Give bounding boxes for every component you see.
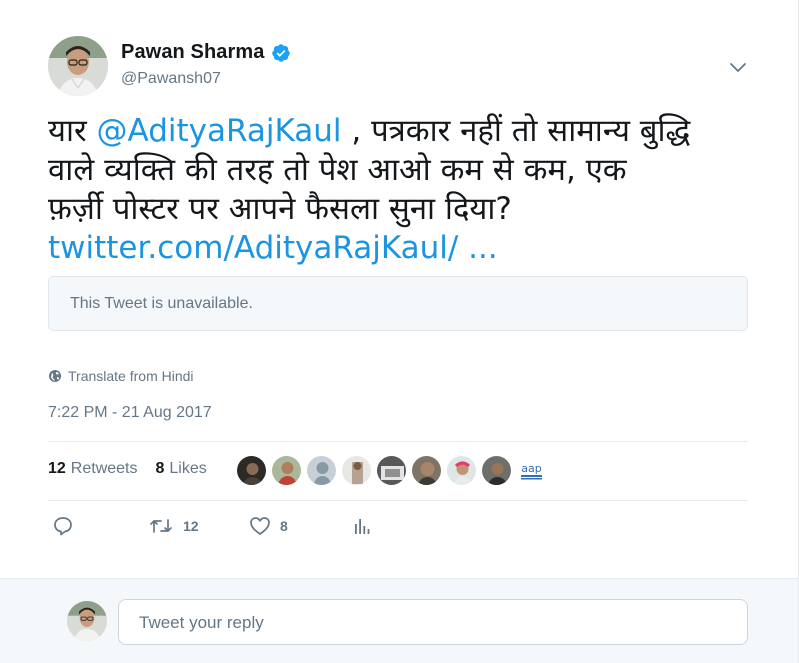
reply-input[interactable]: Tweet your reply (118, 599, 748, 645)
quoted-tweet-card[interactable]: This Tweet is unavailable. (48, 276, 748, 331)
tweet-url-link[interactable]: twitter.com/AdityaRajKaul/ ... (48, 229, 768, 268)
mention-link[interactable]: @AdityaRajKaul (97, 113, 342, 149)
current-user-avatar[interactable] (67, 601, 107, 641)
liker-avatar[interactable] (446, 455, 477, 486)
translate-label: Translate from Hindi (68, 368, 194, 384)
quoted-tweet-text: This Tweet is unavailable. (70, 295, 253, 312)
globe-icon (48, 369, 62, 383)
liker-avatar[interactable] (271, 455, 302, 486)
liker-avatar[interactable] (411, 455, 442, 486)
tweet-timestamp[interactable]: 7:22 PM - 21 Aug 2017 (48, 404, 212, 422)
liker-avatar[interactable] (306, 455, 337, 486)
translate-button[interactable]: Translate from Hindi (48, 368, 194, 384)
retweets-stat[interactable]: 12 Retweets (48, 460, 138, 478)
tweet-text-segment: , पत्रकार नहीं तो सामान्य बुद्धि (341, 113, 691, 149)
liker-avatar[interactable] (236, 455, 267, 486)
heart-icon (249, 515, 271, 537)
author-avatar[interactable] (48, 36, 108, 96)
liker-avatar[interactable] (481, 455, 512, 486)
retweet-button[interactable]: 12 (148, 515, 199, 537)
tweet-card: Pawan Sharma @Pawansh07 यार @AdityaRajKa… (0, 0, 799, 663)
analytics-icon (353, 515, 371, 537)
like-count: 8 (280, 518, 288, 534)
tweet-line: वाले व्यक्ति की तरह तो पेश आओ कम से कम, … (48, 152, 627, 188)
verified-badge-icon (271, 43, 291, 63)
author-name[interactable]: Pawan Sharma (121, 41, 265, 64)
card-border (0, 0, 799, 663)
author-handle[interactable]: @Pawansh07 (121, 70, 221, 88)
reply-button[interactable] (52, 515, 74, 537)
liker-avatar[interactable]: aap (516, 455, 547, 486)
likes-count: 8 (155, 460, 165, 477)
divider (48, 500, 748, 501)
reply-icon (52, 515, 74, 537)
retweets-label: Retweets (70, 460, 138, 477)
chevron-down-icon[interactable] (728, 60, 748, 76)
retweet-icon (148, 515, 174, 537)
tweet-line: फ़र्ज़ी पोस्टर पर आपने फैसला सुना दिया? (48, 191, 512, 227)
divider (48, 441, 748, 442)
likes-stat[interactable]: 8 Likes (156, 460, 207, 478)
retweets-count: 12 (48, 460, 66, 477)
tweet-text: यार @AdityaRajKaul , पत्रकार नहीं तो साम… (48, 112, 768, 268)
liker-avatar[interactable] (376, 455, 407, 486)
reply-composer: Tweet your reply (0, 578, 799, 663)
author-name-row[interactable]: Pawan Sharma (121, 41, 291, 64)
analytics-button[interactable] (353, 515, 371, 537)
liker-avatar[interactable] (341, 455, 372, 486)
tweet-stats: 12 Retweets 8 Likes (48, 460, 225, 478)
retweet-count: 12 (183, 518, 199, 534)
like-button[interactable]: 8 (249, 515, 288, 537)
liker-avatars: aap (236, 455, 547, 486)
likes-label: Likes (169, 460, 207, 477)
svg-text:aap: aap (521, 462, 541, 475)
tweet-text-segment: यार (48, 113, 97, 149)
tweet-line: यार @AdityaRajKaul , पत्रकार नहीं तो साम… (48, 112, 768, 151)
